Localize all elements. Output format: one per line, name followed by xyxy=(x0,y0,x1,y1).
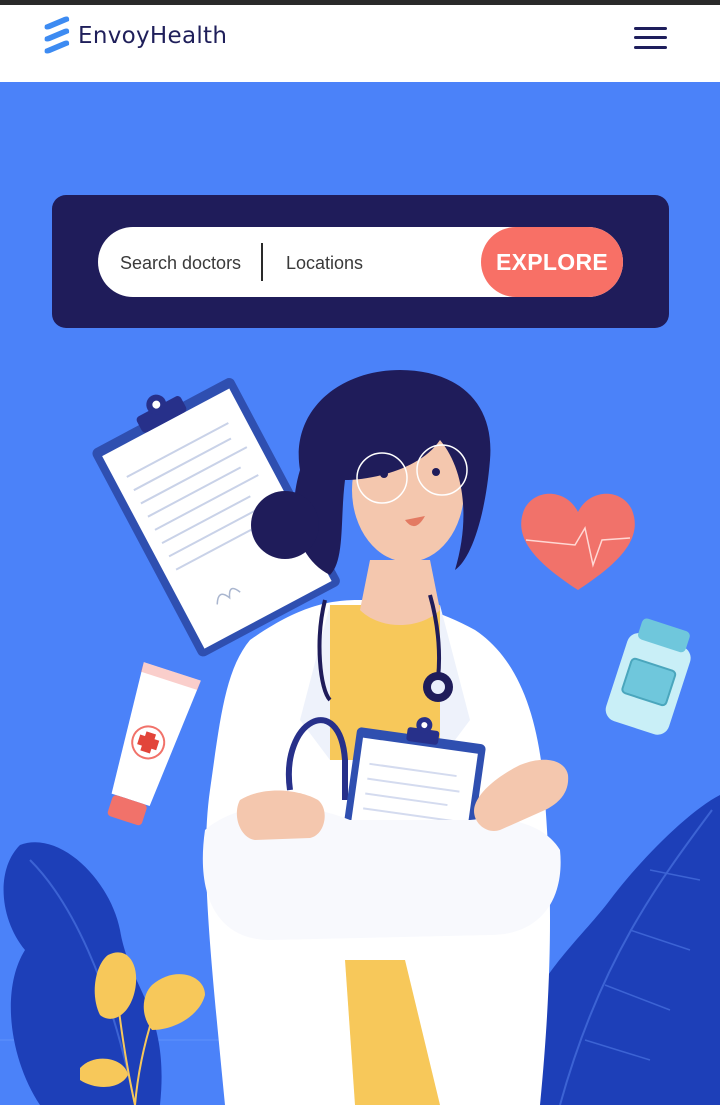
brand-logo[interactable]: EnvoyHealth xyxy=(42,16,227,56)
search-divider xyxy=(261,243,263,281)
locations-input[interactable] xyxy=(284,227,478,299)
leaf-icon xyxy=(3,842,205,1105)
hamburger-menu-icon[interactable] xyxy=(632,25,670,51)
heart-icon xyxy=(521,493,635,590)
ointment-tube-icon xyxy=(107,662,201,826)
stacked-chevrons-logo-icon xyxy=(44,16,70,54)
site-header: EnvoyHealth xyxy=(0,5,720,82)
brand-name: EnvoyHealth xyxy=(78,23,228,49)
doctor-illustration xyxy=(0,370,720,1105)
search-doctors-input[interactable] xyxy=(118,227,262,299)
explore-button[interactable]: EXPLORE xyxy=(481,227,623,297)
pill-bottle-icon xyxy=(605,618,691,735)
